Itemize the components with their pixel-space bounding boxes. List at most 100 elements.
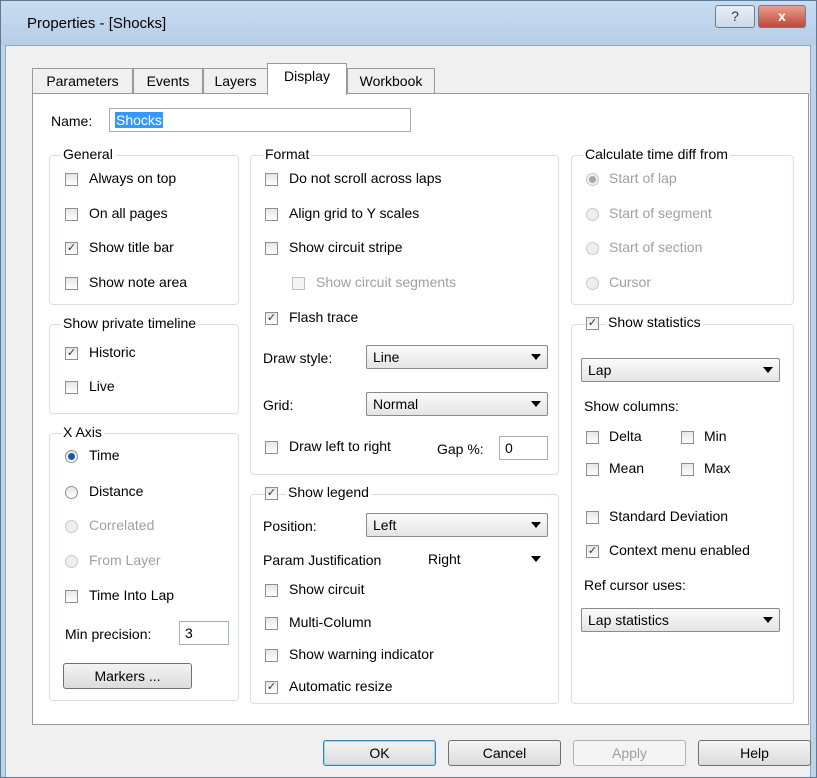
grid-value: Normal	[373, 396, 419, 412]
warning-indicator-label: Show warning indicator	[289, 646, 434, 662]
max-checkbox[interactable]	[681, 463, 694, 476]
distance-label: Distance	[89, 483, 144, 499]
show-note-area-checkbox[interactable]	[65, 277, 78, 290]
show-title-bar-label: Show title bar	[89, 239, 174, 255]
circuit-stripe-label: Show circuit stripe	[289, 239, 403, 255]
auto-resize-check-icon: ✓	[266, 681, 277, 693]
min-precision-input[interactable]: 3	[179, 621, 229, 645]
no-scroll-checkbox[interactable]	[265, 173, 278, 186]
show-legend-checkbox[interactable]: ✓	[265, 487, 278, 500]
position-select[interactable]: Left	[366, 513, 548, 537]
help-title-button[interactable]: ?	[715, 5, 755, 28]
grid-select[interactable]: Normal	[366, 392, 548, 416]
circuit-stripe-checkbox[interactable]	[265, 242, 278, 255]
time-into-lap-checkbox[interactable]	[65, 590, 78, 603]
from-layer-label: From Layer	[89, 552, 161, 568]
name-input[interactable]: Shocks	[109, 108, 411, 132]
no-scroll-label: Do not scroll across laps	[289, 170, 442, 186]
ref-cursor-label: Ref cursor uses:	[584, 577, 686, 593]
tab-workbook[interactable]: Workbook	[347, 68, 435, 94]
param-justification-arrow-icon	[531, 556, 541, 562]
ref-cursor-value: Lap statistics	[588, 612, 669, 628]
distance-radio[interactable]	[65, 486, 78, 499]
x-axis-title: X Axis	[61, 424, 104, 440]
cursor-radio	[586, 277, 599, 290]
mean-checkbox[interactable]	[586, 463, 599, 476]
live-checkbox[interactable]	[65, 381, 78, 394]
draw-ltr-checkbox[interactable]	[265, 441, 278, 454]
cancel-button[interactable]: Cancel	[448, 740, 561, 766]
draw-style-label: Draw style:	[263, 350, 333, 366]
close-button[interactable]: x	[758, 5, 806, 28]
help-button[interactable]: Help	[698, 740, 811, 766]
position-label: Position:	[263, 518, 317, 534]
ok-button[interactable]: OK	[323, 740, 436, 766]
multi-column-checkbox[interactable]	[265, 617, 278, 630]
context-menu-label: Context menu enabled	[609, 542, 750, 558]
show-legend-check-icon: ✓	[266, 487, 277, 499]
flash-trace-label: Flash trace	[289, 309, 359, 325]
context-menu-check-icon: ✓	[587, 545, 598, 557]
start-of-section-radio	[586, 242, 599, 255]
start-of-lap-label: Start of lap	[609, 170, 677, 186]
time-diff-group	[571, 155, 794, 305]
name-label: Name:	[51, 113, 93, 129]
on-all-pages-checkbox[interactable]	[65, 208, 78, 221]
grid-label: Grid:	[263, 397, 294, 413]
apply-button: Apply	[573, 740, 686, 766]
start-of-section-label: Start of section	[609, 239, 703, 255]
properties-dialog: Properties - [Shocks] ? x Parameters Eve…	[0, 0, 817, 778]
warning-indicator-checkbox[interactable]	[265, 649, 278, 662]
start-of-segment-label: Start of segment	[609, 205, 712, 221]
position-value: Left	[373, 517, 397, 533]
always-on-top-checkbox[interactable]	[65, 173, 78, 186]
std-dev-checkbox[interactable]	[586, 511, 599, 524]
tab-layers[interactable]: Layers	[203, 68, 268, 94]
show-legend-label: Show legend	[286, 484, 371, 500]
time-radio[interactable]	[65, 450, 78, 463]
context-menu-checkbox[interactable]: ✓	[586, 545, 599, 558]
historic-checkbox[interactable]: ✓	[65, 347, 78, 360]
historic-label: Historic	[89, 344, 136, 360]
time-into-lap-label: Time Into Lap	[89, 587, 175, 603]
private-timeline-group	[49, 324, 239, 414]
delta-checkbox[interactable]	[586, 431, 599, 444]
min-label: Min	[704, 428, 727, 444]
statistics-mode-arrow-icon	[763, 367, 773, 373]
align-grid-checkbox[interactable]	[265, 208, 278, 221]
position-arrow-icon	[531, 522, 541, 528]
draw-style-value: Line	[373, 349, 400, 365]
gap-label: Gap %:	[437, 441, 484, 457]
flash-trace-check-icon: ✓	[266, 312, 277, 324]
historic-check-icon: ✓	[66, 347, 77, 359]
flash-trace-checkbox[interactable]: ✓	[265, 312, 278, 325]
show-statistics-checkbox[interactable]: ✓	[586, 317, 599, 330]
show-circuit-label: Show circuit	[289, 581, 365, 597]
statistics-mode-select[interactable]: Lap	[581, 358, 780, 382]
draw-ltr-label: Draw left to right	[289, 438, 391, 454]
tab-events[interactable]: Events	[133, 68, 203, 94]
param-justification-label: Param Justification	[263, 552, 382, 568]
circuit-segments-label: Show circuit segments	[316, 274, 457, 290]
draw-style-select[interactable]: Line	[366, 345, 548, 369]
format-title: Format	[263, 146, 312, 162]
markers-button[interactable]: Markers ...	[63, 663, 192, 689]
align-grid-label: Align grid to Y scales	[289, 205, 420, 221]
tab-display[interactable]: Display	[267, 63, 347, 95]
show-statistics-check-icon: ✓	[587, 317, 598, 329]
show-title-bar-checkbox[interactable]: ✓	[65, 242, 78, 255]
private-timeline-title: Show private timeline	[61, 315, 199, 331]
std-dev-label: Standard Deviation	[609, 508, 729, 524]
show-circuit-checkbox[interactable]	[265, 584, 278, 597]
min-checkbox[interactable]	[681, 431, 694, 444]
param-justification-value: Right	[428, 551, 461, 567]
param-justification-select[interactable]: Right	[421, 547, 548, 571]
grid-arrow-icon	[531, 401, 541, 407]
tab-parameters[interactable]: Parameters	[32, 68, 133, 94]
gap-input[interactable]: 0	[499, 436, 548, 460]
title-bar[interactable]: Properties - [Shocks] ? x	[1, 1, 816, 45]
delta-label: Delta	[609, 428, 642, 444]
auto-resize-checkbox[interactable]: ✓	[265, 681, 278, 694]
show-title-bar-check-icon: ✓	[66, 242, 77, 254]
ref-cursor-select[interactable]: Lap statistics	[581, 608, 780, 632]
